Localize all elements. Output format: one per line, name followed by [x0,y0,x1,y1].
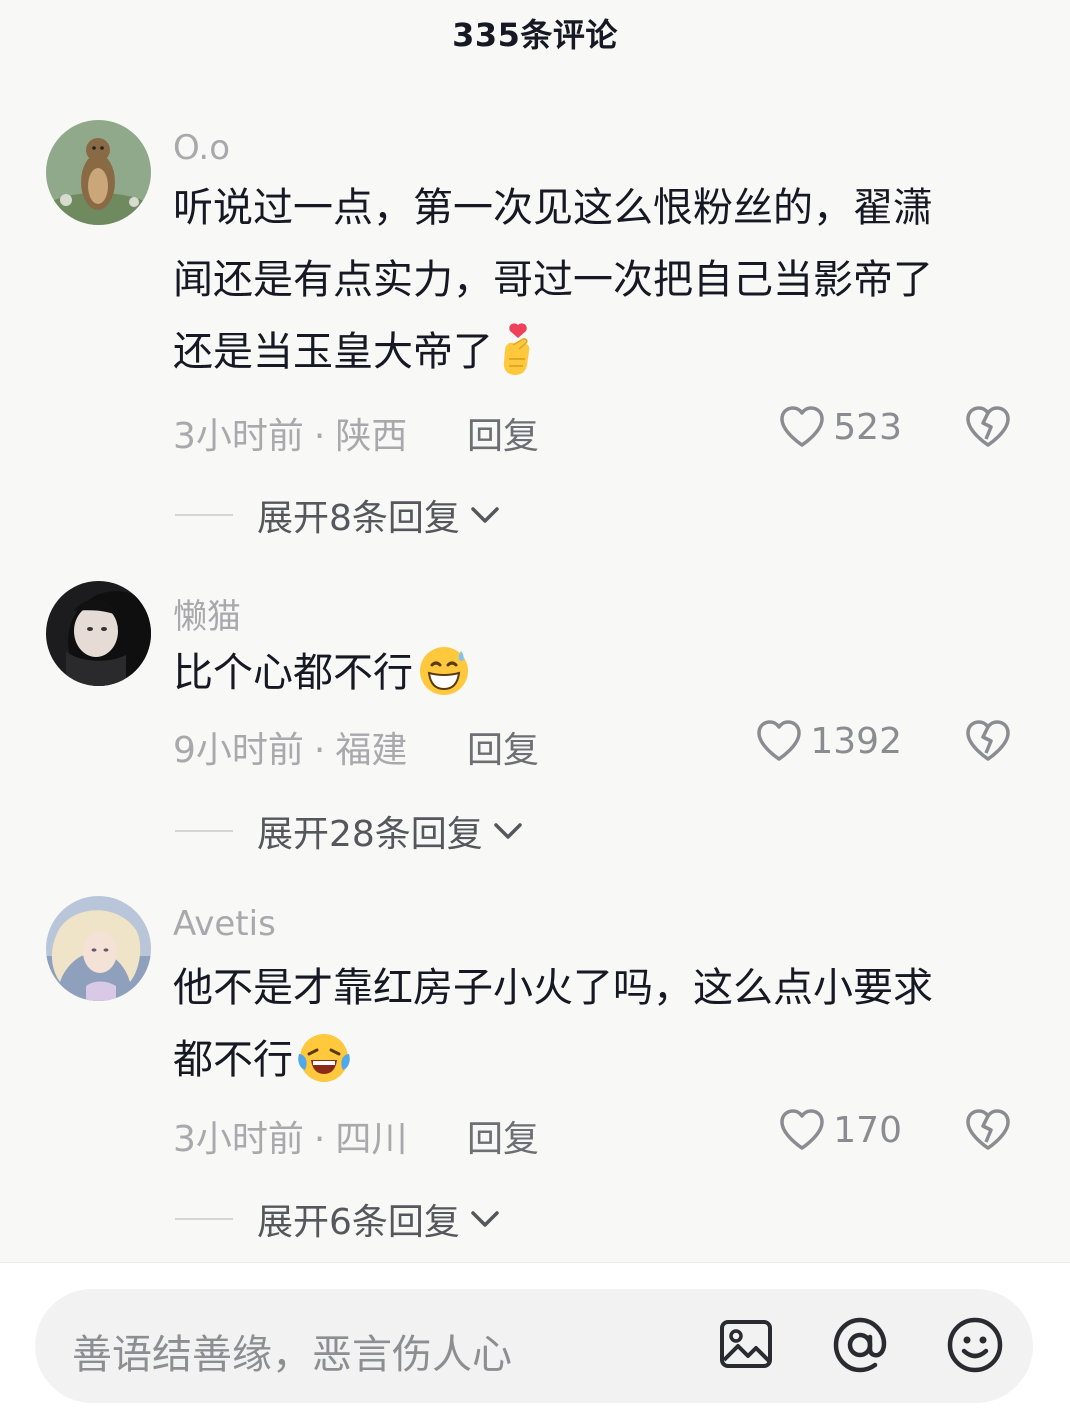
comment-line-with-emoji: 还是当玉皇大帝了 [173,316,1003,388]
heart-icon [779,1108,825,1152]
comment-meta: 3小时前 · 四川 [173,1119,408,1160]
expand-replies-label: 展开6条回复 [257,1202,460,1243]
at-icon[interactable] [831,1316,889,1374]
comment-line: 比个心都不行 [173,650,413,696]
comment-line-with-emoji: 比个心都不行 [173,637,1003,709]
expand-replies-button[interactable]: 展开6条回复 [175,1193,500,1245]
comment-item: O.o 听说过一点，第一次见这么恨粉丝的，翟潇 闻还是有点实力，哥过一次把自己当… [0,120,1070,540]
comment-meta: 3小时前 · 陕西 [173,416,408,457]
finger-heart-emoji [495,321,541,379]
expand-replies-button[interactable]: 展开8条回复 [175,489,500,541]
comment-line: 还是当玉皇大帝了 [173,329,493,375]
girl-dark-avatar-image [46,581,151,686]
comment-line: 闻还是有点实力，哥过一次把自己当影帝了 [173,257,933,303]
username[interactable]: 懒猫 [173,589,241,638]
timestamp: 9小时前 [173,730,304,771]
expand-replies-button[interactable]: 展开28条回复 [175,805,523,857]
broken-heart-icon [964,405,1012,449]
dislike-button[interactable] [964,405,1012,449]
crying-laughing-emoji [295,1032,353,1084]
heart-icon [756,719,802,763]
location: 福建 [335,730,408,771]
emoji-icon[interactable] [946,1316,1004,1374]
divider [175,830,233,832]
like-count: 170 [833,1109,902,1151]
expand-replies-label: 展开28条回复 [257,814,483,855]
like-button[interactable]: 523 [779,405,902,449]
reply-button[interactable]: 回复 [467,721,539,773]
comment-meta: 9小时前 · 福建 [173,730,408,771]
comment-input-bar: 善语结善缘，恶言伤人心 [0,1262,1070,1426]
chevron-down-icon [460,1209,500,1229]
marmot-avatar-image [46,120,151,225]
username[interactable]: Avetis [173,904,276,944]
username[interactable]: O.o [173,128,230,168]
like-count: 1392 [810,720,902,762]
comment-line: 听说过一点，第一次见这么恨粉丝的，翟潇 [173,185,933,231]
avatar[interactable] [46,896,151,1001]
heart-icon [779,405,825,449]
chevron-down-icon [460,505,500,525]
like-button[interactable]: 1392 [756,719,902,763]
grin-sweat-emoji [415,645,473,697]
image-icon[interactable] [718,1316,774,1372]
like-button[interactable]: 170 [779,1108,902,1152]
comment-item: 懒猫 比个心都不行 9小时前 · 福建 回复 1392 展开28条回复 [0,581,1070,861]
comment-line-with-emoji: 都不行 [173,1024,1003,1096]
input-placeholder: 善语结善缘，恶言伤人心 [72,1332,512,1378]
comment-count-title: 335条评论 [452,16,618,54]
reply-button[interactable]: 回复 [467,1110,539,1162]
chevron-down-icon [483,821,523,841]
expand-replies-label: 展开8条回复 [257,498,460,539]
comment-text: 他不是才靠红房子小火了吗，这么点小要求 都不行 [173,952,1003,1096]
broken-heart-icon [964,1108,1012,1152]
comment-text: 听说过一点，第一次见这么恨粉丝的，翟潇 闻还是有点实力，哥过一次把自己当影帝了 … [173,172,1003,388]
header: 335条评论 [0,0,1070,62]
dislike-button[interactable] [964,719,1012,763]
divider [175,514,233,516]
girl-light-avatar-image [46,896,151,1001]
avatar[interactable] [46,120,151,225]
comment-line: 他不是才靠红房子小火了吗，这么点小要求 [173,965,933,1011]
like-count: 523 [833,406,902,448]
comment-input[interactable]: 善语结善缘，恶言伤人心 [35,1289,1033,1403]
dislike-button[interactable] [964,1108,1012,1152]
broken-heart-icon [964,719,1012,763]
comment-line: 都不行 [173,1037,293,1083]
location: 四川 [335,1119,408,1160]
divider [175,1218,233,1220]
reply-button[interactable]: 回复 [467,407,539,459]
comment-text: 比个心都不行 [173,637,1003,709]
timestamp: 3小时前 [173,1119,304,1160]
avatar[interactable] [46,581,151,686]
comment-item: Avetis 他不是才靠红房子小火了吗，这么点小要求 都不行 3小时前 · 四川 回… [0,896,1070,1246]
timestamp: 3小时前 [173,416,304,457]
location: 陕西 [335,416,408,457]
